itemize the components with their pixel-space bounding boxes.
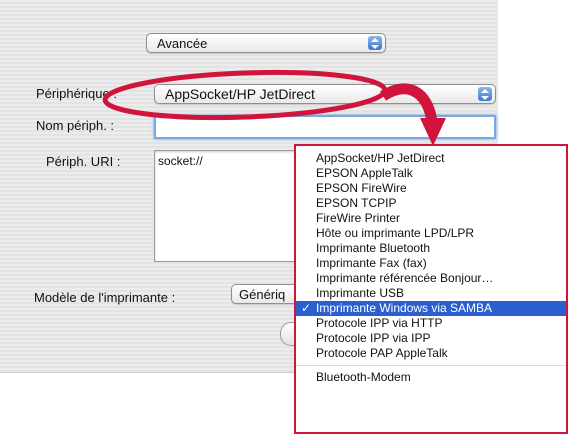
model-popup-label: Génériq xyxy=(239,287,286,302)
menu-item-label: Bluetooth-Modem xyxy=(316,370,411,384)
menu-item[interactable]: Protocole IPP via IPP xyxy=(296,331,566,346)
menu-item[interactable]: Hôte ou imprimante LPD/LPR xyxy=(296,226,566,241)
popup-arrows-icon xyxy=(478,87,492,101)
menu-item-label: Hôte ou imprimante LPD/LPR xyxy=(316,226,475,240)
name-label: Nom périph. : xyxy=(36,118,115,133)
menu-item-label: Protocole PAP AppleTalk xyxy=(316,346,448,360)
menu-item[interactable]: EPSON FireWire xyxy=(296,181,566,196)
menu-item[interactable]: EPSON TCPIP xyxy=(296,196,566,211)
uri-field[interactable]: socket:// xyxy=(154,150,296,262)
menu-item-label: Imprimante Windows via SAMBA xyxy=(316,301,493,315)
menu-separator xyxy=(296,365,566,366)
avancee-popup[interactable]: Avancée xyxy=(146,33,386,53)
menu-item-label: Imprimante Fax (fax) xyxy=(316,256,427,270)
menu-item-label: Imprimante USB xyxy=(316,286,405,300)
device-type-menu: AppSocket/HP JetDirect EPSON AppleTalk EPS… xyxy=(294,144,568,434)
menu-item[interactable]: FireWire Printer xyxy=(296,211,566,226)
menu-item-label: Imprimante Bluetooth xyxy=(316,241,431,255)
menu-item-label: Protocole IPP via IPP xyxy=(316,331,431,345)
menu-item[interactable]: ✓ Imprimante Windows via SAMBA xyxy=(296,301,566,316)
device-label: Périphérique : xyxy=(36,86,117,101)
device-popup-label: AppSocket/HP JetDirect xyxy=(165,86,315,102)
menu-item-label: Protocole IPP via HTTP xyxy=(316,316,443,330)
menu-item[interactable]: Imprimante Bluetooth xyxy=(296,241,566,256)
menu-item-label: Imprimante référencée Bonjour… xyxy=(316,271,494,285)
menu-item[interactable]: AppSocket/HP JetDirect xyxy=(296,151,566,166)
menu-item-label: AppSocket/HP JetDirect xyxy=(316,151,445,165)
menu-item-bluetooth-modem[interactable]: Bluetooth-Modem xyxy=(296,370,566,385)
model-popup[interactable]: Génériq xyxy=(231,284,299,304)
model-label: Modèle de l'imprimante : xyxy=(34,290,176,305)
menu-item[interactable]: Protocole PAP AppleTalk xyxy=(296,346,566,361)
menu-item[interactable]: Imprimante référencée Bonjour… xyxy=(296,271,566,286)
menu-item-label: EPSON FireWire xyxy=(316,181,407,195)
uri-label: Périph. URI : xyxy=(46,154,121,169)
device-popup[interactable]: AppSocket/HP JetDirect xyxy=(154,84,496,104)
menu-item-label: EPSON AppleTalk xyxy=(316,166,413,180)
popup-arrows-icon xyxy=(368,36,382,50)
menu-item[interactable]: Imprimante USB xyxy=(296,286,566,301)
avancee-popup-label: Avancée xyxy=(157,36,208,51)
checkmark-icon: ✓ xyxy=(301,301,312,315)
menu-item[interactable]: Imprimante Fax (fax) xyxy=(296,256,566,271)
name-field[interactable] xyxy=(154,115,496,139)
menu-item-label: FireWire Printer xyxy=(316,211,401,225)
uri-field-value: socket:// xyxy=(158,154,203,168)
menu-item[interactable]: EPSON AppleTalk xyxy=(296,166,566,181)
menu-item-label: EPSON TCPIP xyxy=(316,196,397,210)
menu-item[interactable]: Protocole IPP via HTTP xyxy=(296,316,566,331)
